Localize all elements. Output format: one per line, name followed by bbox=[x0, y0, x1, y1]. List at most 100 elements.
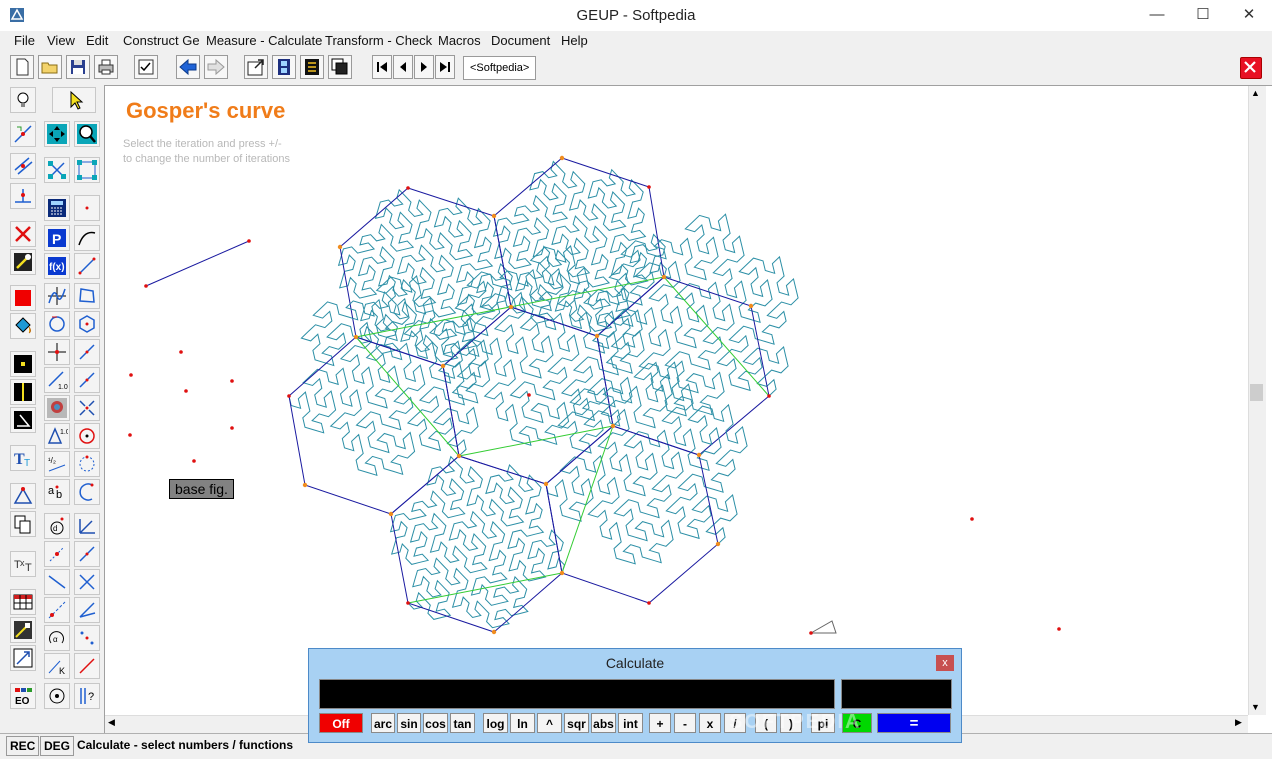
bisector-tool[interactable] bbox=[74, 597, 100, 623]
filmstrip-button[interactable] bbox=[272, 55, 296, 79]
text-style-tool[interactable]: TT bbox=[10, 445, 36, 471]
menu-measure-calculate[interactable]: Measure - Calculate bbox=[206, 33, 322, 48]
circle-center-tool[interactable] bbox=[74, 423, 100, 449]
scroll-right-icon[interactable]: ▶ bbox=[1235, 717, 1242, 728]
circle-tool[interactable] bbox=[44, 311, 70, 337]
color-tool[interactable] bbox=[10, 285, 36, 311]
sqr-button[interactable]: sqr bbox=[564, 713, 589, 733]
point-style-tool[interactable] bbox=[10, 351, 36, 377]
cross-tool[interactable] bbox=[74, 569, 100, 595]
copy-tool[interactable] bbox=[10, 511, 36, 537]
abs-button[interactable]: abs bbox=[591, 713, 616, 733]
menu-edit[interactable]: Edit bbox=[86, 33, 108, 48]
line-style-tool[interactable] bbox=[10, 379, 36, 405]
midpoint-tool[interactable] bbox=[74, 625, 100, 651]
maximize-button[interactable]: ☐ bbox=[1180, 0, 1226, 29]
select-pointer-tool[interactable] bbox=[52, 87, 96, 113]
menu-help[interactable]: Help bbox=[561, 33, 588, 48]
area-tool[interactable]: 1.0 bbox=[44, 423, 70, 449]
check-button[interactable] bbox=[134, 55, 158, 79]
drawing-canvas[interactable]: Gosper's curve Select the iteration and … bbox=[105, 86, 1248, 715]
ratio-tool[interactable]: ¹/₂ bbox=[44, 451, 70, 477]
scroll-left-icon[interactable]: ◀ bbox=[108, 717, 115, 728]
angle-style-tool[interactable] bbox=[10, 407, 36, 433]
image-tool[interactable] bbox=[10, 617, 36, 643]
menu-view[interactable]: View bbox=[47, 33, 75, 48]
label-ab-tool[interactable]: ab bbox=[44, 479, 70, 505]
log-button[interactable]: log bbox=[483, 713, 508, 733]
menu-document[interactable]: Document bbox=[491, 33, 550, 48]
hint-tool[interactable] bbox=[10, 87, 36, 113]
ray-tool[interactable] bbox=[44, 597, 70, 623]
int-button[interactable]: int bbox=[618, 713, 643, 733]
equals-button[interactable]: = bbox=[877, 713, 951, 733]
arc-tool[interactable] bbox=[74, 225, 100, 251]
tangent-tool[interactable] bbox=[74, 653, 100, 679]
graph-tool[interactable] bbox=[44, 283, 70, 309]
menu-construct[interactable]: Construct Ge bbox=[123, 33, 200, 48]
last-page-button[interactable] bbox=[435, 55, 455, 79]
line-tool-2[interactable] bbox=[74, 339, 100, 365]
table-tool[interactable] bbox=[10, 589, 36, 615]
cos-button[interactable]: cos bbox=[423, 713, 448, 733]
arc-circle-tool[interactable] bbox=[74, 479, 100, 505]
segment-line-tool[interactable] bbox=[74, 253, 100, 279]
axes-tool[interactable] bbox=[74, 513, 100, 539]
line-tool-3[interactable] bbox=[74, 367, 100, 393]
locus-tool[interactable] bbox=[44, 683, 70, 709]
minus-button[interactable]: - bbox=[674, 713, 696, 733]
first-page-button[interactable] bbox=[372, 55, 392, 79]
menu-macros[interactable]: Macros bbox=[438, 33, 481, 48]
equation-tool[interactable]: EO bbox=[10, 683, 36, 709]
previous-page-button[interactable] bbox=[393, 55, 413, 79]
line-tool-1[interactable] bbox=[44, 569, 70, 595]
fill-tool[interactable] bbox=[10, 313, 36, 339]
vector-tool[interactable] bbox=[74, 541, 100, 567]
view-tool[interactable] bbox=[44, 395, 70, 421]
perpendicular-tool[interactable] bbox=[10, 183, 36, 209]
divide-button[interactable]: / bbox=[724, 713, 746, 733]
reflect-tool[interactable] bbox=[74, 395, 100, 421]
forward-button[interactable] bbox=[204, 55, 228, 79]
print-button[interactable] bbox=[94, 55, 118, 79]
next-page-button[interactable] bbox=[414, 55, 434, 79]
segment-tool[interactable] bbox=[44, 157, 70, 183]
vertical-scroll-thumb[interactable] bbox=[1250, 384, 1263, 401]
plus-button[interactable]: + bbox=[649, 713, 671, 733]
rotate-tool[interactable]: α bbox=[44, 625, 70, 651]
regular-polygon-tool[interactable] bbox=[74, 311, 100, 337]
calculator-close-button[interactable]: x bbox=[936, 655, 954, 671]
document-tab[interactable]: <Softpedia> bbox=[463, 56, 537, 80]
animate-tool[interactable] bbox=[10, 645, 36, 671]
move-tool[interactable] bbox=[44, 121, 70, 147]
text-tool[interactable]: TxT bbox=[10, 551, 36, 577]
save-button[interactable] bbox=[66, 55, 90, 79]
menu-transform-check[interactable]: Transform - Check bbox=[325, 33, 432, 48]
point-tool[interactable] bbox=[74, 195, 100, 221]
pi-button[interactable]: pi bbox=[811, 713, 835, 733]
scale-tool[interactable]: K bbox=[44, 653, 70, 679]
calculator-tool[interactable] bbox=[44, 195, 70, 221]
back-button[interactable] bbox=[176, 55, 200, 79]
parallel-tool[interactable] bbox=[10, 153, 36, 179]
ln-button[interactable]: ln bbox=[510, 713, 535, 733]
point-on-line-tool[interactable] bbox=[10, 121, 36, 147]
polygon-draw-tool[interactable] bbox=[74, 283, 100, 309]
zoom-tool[interactable] bbox=[74, 121, 100, 147]
menu-file[interactable]: File bbox=[14, 33, 35, 48]
function-tool[interactable]: f(x) bbox=[44, 253, 70, 279]
measure-angle-tool[interactable] bbox=[10, 483, 36, 509]
dilate-tool[interactable]: d bbox=[44, 513, 70, 539]
polygon-tool[interactable] bbox=[74, 157, 100, 183]
length-tool[interactable]: 1.0 bbox=[44, 367, 70, 393]
arc-button[interactable]: arc bbox=[371, 713, 395, 733]
intersect-tool[interactable] bbox=[44, 339, 70, 365]
sequence-button[interactable] bbox=[300, 55, 324, 79]
scroll-down-icon[interactable]: ▼ bbox=[1251, 702, 1260, 712]
minimize-button[interactable]: — bbox=[1134, 0, 1180, 29]
windows-button[interactable] bbox=[328, 55, 352, 79]
power-button[interactable]: ^ bbox=[537, 713, 562, 733]
close-document-button[interactable] bbox=[1240, 57, 1262, 79]
scroll-up-icon[interactable]: ▲ bbox=[1251, 88, 1260, 98]
calculator-display[interactable] bbox=[319, 679, 835, 709]
